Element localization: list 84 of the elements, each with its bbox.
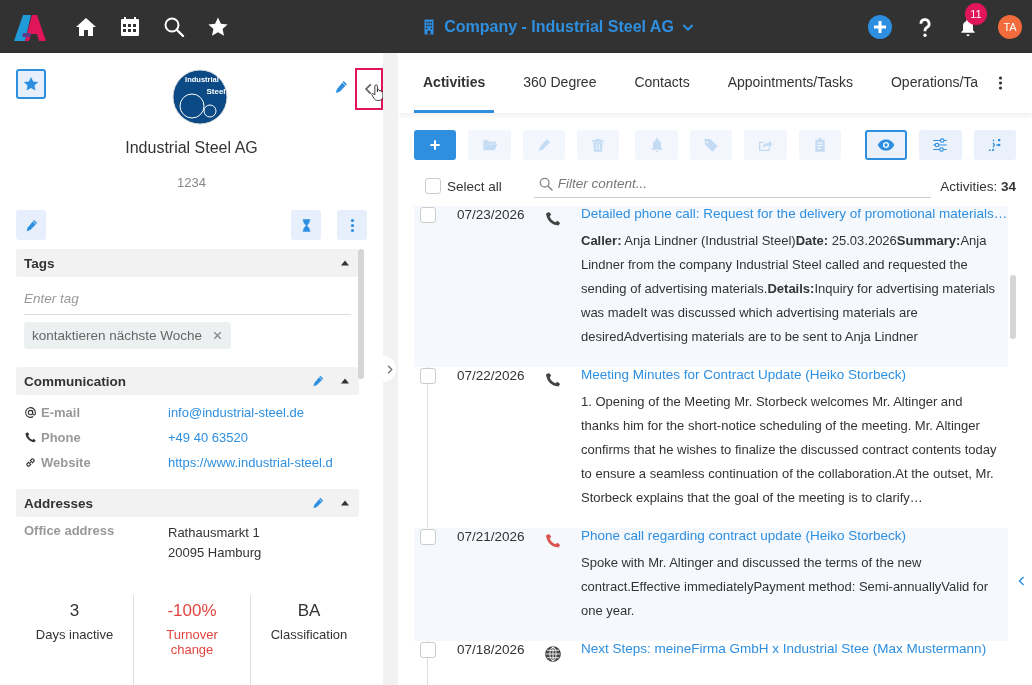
activity-description: Spoke with Mr. Altinger and discussed the terms of the new contract.Effective immediatelyPayment method: Semi-annuallyValid for one year. [581, 554, 990, 620]
field-label: Phone [41, 430, 81, 445]
calendar-button[interactable] [118, 14, 142, 39]
at-sign-icon [24, 406, 37, 419]
row-checkbox[interactable] [420, 207, 436, 223]
section-header[interactable]: Communication [16, 367, 359, 395]
tab[interactable]: Contacts [625, 53, 699, 113]
field-label: Office address [24, 523, 116, 540]
select-all-label: Select all [447, 178, 502, 194]
section-header[interactable]: Tags [16, 249, 359, 277]
activity-title-link[interactable]: Detailed phone call: Request for the delivery of promotional materials… [581, 206, 1008, 221]
field-label: E-mail [41, 405, 80, 420]
tag-icon [702, 137, 719, 153]
tab[interactable]: 360 Degree [514, 53, 606, 113]
company-number: 1234 [176, 175, 207, 190]
filter-settings-button[interactable] [919, 130, 962, 160]
more-button[interactable] [337, 210, 367, 240]
folder-icon [481, 137, 498, 153]
edit-button[interactable] [16, 210, 46, 240]
row-checkbox[interactable] [420, 368, 436, 384]
activity-title-link[interactable]: Next Steps: meineFirma GmbH x Industrial Stee (Max Mustermann) [581, 641, 1002, 656]
activity-count: Activities: 34 [940, 178, 1016, 194]
favorite-button[interactable] [16, 69, 46, 99]
view-button[interactable] [864, 130, 908, 160]
activity-date: 07/23/2026 [457, 206, 526, 224]
calendar-icon [118, 14, 142, 39]
pencil-icon [333, 79, 349, 95]
stat-value: -100% [167, 601, 217, 621]
remove-tag-button[interactable] [212, 330, 224, 341]
record-title[interactable]: Company - Industrial Steel AG [444, 17, 674, 36]
activity-date: 07/22/2026 [457, 367, 526, 385]
user-avatar[interactable]: TA [998, 14, 1022, 39]
tab[interactable]: Activities [414, 53, 495, 113]
stat-value: 3 [69, 601, 80, 621]
field-link[interactable]: +49 40 63520 [168, 430, 248, 445]
link-icon [24, 456, 37, 469]
stat-label: Classification [269, 627, 349, 642]
company-name: Industrial Steel AG [124, 139, 259, 157]
activity-description: 1. Opening of the Meeting Mr. Storbeck welcomes Mr. Altinger and thanks him for the short-notice scheduling of the meeting. Mr. Altinger confirms that he wishes to finalize the discussed contract contents today to ensure a seamless continuation of the collaboration.At the outset, Mr. Storbeck explains that the goal of the meeting is to clarify… [581, 393, 998, 507]
more-icon [998, 74, 1003, 92]
tab[interactable]: Appointments/Tasks [718, 53, 862, 113]
tag-label: kontaktieren nächste Woche [32, 328, 203, 343]
edit-button[interactable] [333, 79, 349, 95]
add-button[interactable] [868, 14, 892, 39]
activity-date: 07/21/2026 [457, 528, 526, 546]
section-title: Tags [24, 255, 56, 271]
eye-icon [877, 136, 896, 154]
scrollbar[interactable] [1010, 275, 1016, 339]
address-line: 20095 Hamburg [168, 544, 262, 562]
activity-title-link[interactable]: Phone call regarding contract update (Heiko Storbeck) [581, 528, 1002, 543]
row-checkbox[interactable] [420, 529, 436, 545]
stat-label: Days inactive [34, 627, 115, 642]
more-icon [349, 217, 355, 233]
field-link[interactable]: info@industrial-steel.de [168, 405, 305, 420]
star-icon [22, 75, 40, 93]
sliders-icon [931, 136, 950, 154]
phone-icon [24, 431, 37, 444]
section-title: Addresses [24, 495, 95, 511]
field-link[interactable]: https://www.industrial-steel.d [168, 455, 333, 470]
section-title: Communication [24, 373, 127, 389]
field-label: Website [41, 455, 91, 470]
history-button[interactable] [291, 210, 321, 240]
stat-value: BA [297, 601, 321, 621]
row-checkbox[interactable] [420, 642, 436, 658]
pencil-icon [311, 374, 325, 388]
stat-label: Turnover change [165, 627, 219, 657]
plus-icon [868, 14, 892, 39]
tree-view-button[interactable] [973, 130, 1016, 160]
section-header[interactable]: Addresses [16, 489, 359, 517]
select-all-checkbox[interactable] [425, 178, 441, 194]
collapse-button[interactable] [355, 68, 383, 110]
address-line: Rathausmarkt 1 [168, 524, 261, 542]
activity-description: Caller: Anja Lindner (Industrial Steel)Date: 25.03.2026Summary:Anja Lindner from the company Industrial Steel called and requested the sending of advertising materials.Details:Inquiry for advertising materials was madeIt was discussed which advertising materials are desiredAdvertising materials are to be sent to Anja Lindner [581, 232, 997, 346]
pencil-icon [311, 496, 325, 510]
activity-date: 07/18/2026 [457, 641, 526, 659]
notification-badge: 11 [965, 2, 987, 25]
scrollbar[interactable] [358, 249, 364, 379]
close-icon [212, 330, 224, 341]
expand-panel-button[interactable] [383, 356, 396, 382]
search-icon [537, 176, 554, 192]
trash-icon [590, 137, 607, 153]
tab[interactable]: Operations/Ta [881, 53, 979, 113]
activity-title-link[interactable]: Meeting Minutes for Contract Update (Heiko Storbeck) [581, 367, 1002, 382]
app-logo[interactable] [14, 12, 46, 41]
